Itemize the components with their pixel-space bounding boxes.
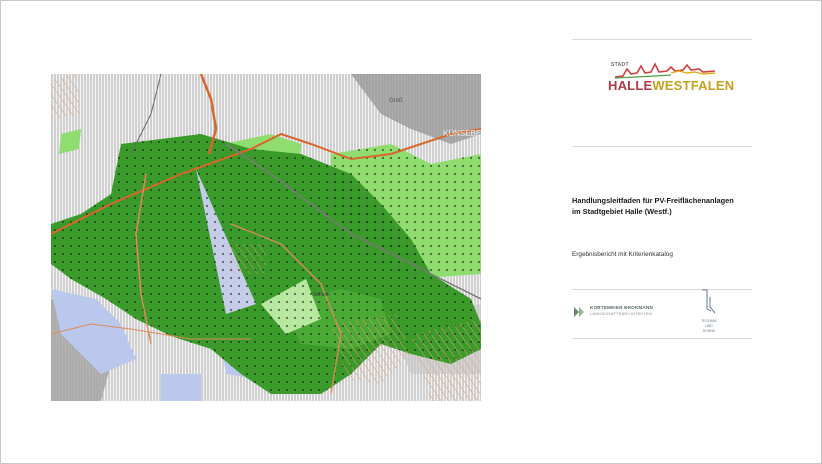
ts-mark-icon (702, 289, 716, 314)
ts-wordmark: TECHNIK UND SONNE (696, 319, 722, 334)
map-label-kuensebeck: KÜNSEBECK (443, 129, 481, 138)
logo-halle: HALLE (608, 78, 653, 93)
city-logo: STADT HALLEWESTFALEN (605, 59, 734, 101)
kb-company-subtitle: LANDSCHAFTSARCHITEKTEN (590, 311, 652, 316)
kb-company-name: KORTEMEIER BROKMANN (590, 305, 654, 310)
kortemeier-brokmann-logo: KORTEMEIER BROKMANN LANDSCHAFTSARCHITEKT… (572, 305, 672, 319)
map-label-gross: Groß (389, 98, 403, 104)
logo-wordmark: HALLEWESTFALEN (608, 78, 734, 93)
title-line-2: im Stadtgebiet Halle (Westf.) (572, 207, 672, 216)
logo-westfalen: WESTFALEN (652, 78, 735, 93)
kb-mark-icon (574, 307, 584, 317)
divider-middle (572, 146, 752, 147)
document-page: KÜNSEBECK Groß Schach STADT HALLEWESTFAL… (0, 0, 822, 464)
divider-bottom (572, 338, 752, 339)
technik-sonne-logo: TECHNIK UND SONNE (696, 289, 722, 339)
site-map-image: KÜNSEBECK Groß Schach (51, 74, 481, 401)
title-line-1: Handlungsleitfaden für PV-Freiflächenanl… (572, 196, 734, 205)
skyline-icon (615, 62, 715, 79)
divider-top (572, 39, 752, 40)
divider-lower (572, 289, 752, 290)
document-title: Handlungsleitfaden für PV-Freiflächenanl… (572, 195, 762, 217)
document-subtitle: Ergebnisbericht mit Kriterienkatalog (572, 251, 673, 258)
site-map: KÜNSEBECK Groß Schach (51, 74, 481, 401)
map-label-schach: Schach (313, 292, 330, 298)
ts-line-3: SONNE (702, 329, 716, 333)
